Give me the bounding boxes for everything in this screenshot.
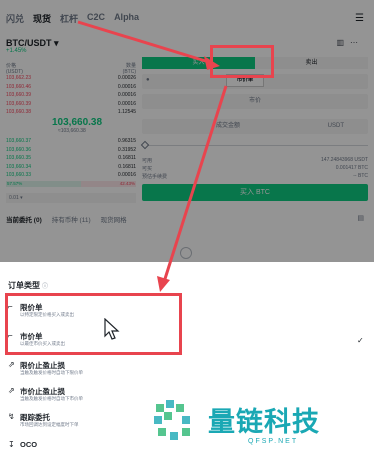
limit-tpsl-icon: ⇗ — [8, 360, 15, 369]
option-desc: 市场回调达到设定幅度时下单 — [20, 422, 79, 427]
option-desc: 当触及触发价格时自动下市价单 — [20, 396, 83, 401]
watermark-url: QFSP.NET — [248, 438, 299, 445]
watermark: 量链科技 QFSP.NET — [152, 398, 370, 452]
mouse-cursor-icon — [104, 318, 120, 340]
sheet-title-text: 订单类型 — [8, 281, 40, 290]
watermark-logo-icon — [154, 400, 190, 440]
option-desc: 当触及触发价格时自动下限价单 — [20, 370, 83, 375]
oco-icon: ↧ — [8, 440, 15, 449]
highlight-sheet-options — [5, 293, 182, 355]
selected-check-icon: ✓ — [357, 336, 364, 345]
modal-overlay[interactable] — [0, 0, 374, 262]
sheet-title: 订单类型 ⓘ — [8, 280, 48, 291]
option-title: OCO — [20, 440, 38, 449]
trailing-stop-icon: ↯ — [8, 412, 15, 421]
highlight-order-type — [210, 45, 274, 78]
market-tpsl-icon: ⇗ — [8, 386, 15, 395]
info-icon[interactable]: ⓘ — [42, 284, 48, 290]
watermark-name: 量链科技 — [208, 407, 320, 438]
